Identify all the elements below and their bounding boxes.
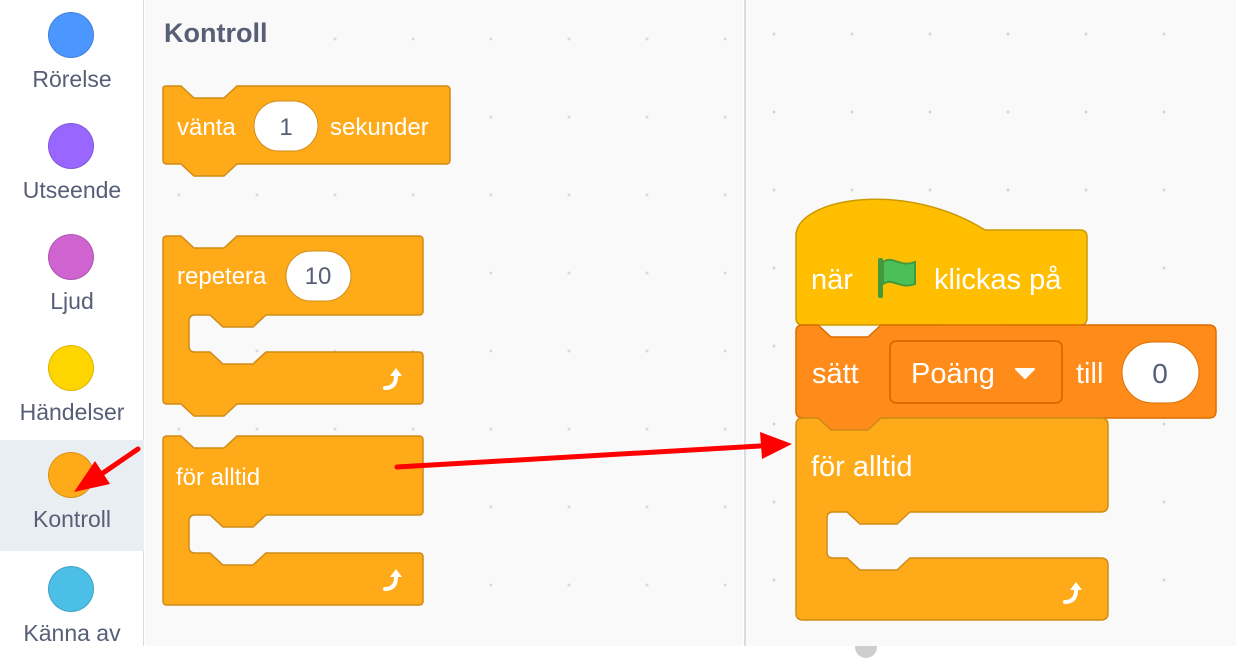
wait-block-word: vänta (177, 114, 236, 141)
hat-block-word-when: när (811, 264, 853, 296)
hat-block-word-clicked: klickas på (934, 264, 1062, 296)
forever-block-label: för alltid (176, 464, 260, 491)
script-forever-label: för alltid (811, 451, 913, 483)
when-flag-clicked-block[interactable]: när klickas på (795, 198, 1088, 338)
repeat-count-value: 10 (305, 263, 332, 290)
variable-dropdown-value: Poäng (911, 358, 995, 390)
repeat-block-word: repetera (177, 263, 267, 290)
set-block-word: sätt (812, 358, 859, 390)
repeat-block[interactable]: repetera 10 (162, 235, 424, 417)
forever-block[interactable]: för alltid (162, 435, 424, 606)
wait-block[interactable]: vänta 1 sekunder (162, 85, 451, 177)
annotation-arrow-to-category (74, 446, 141, 492)
script-forever-block[interactable]: för alltid (795, 417, 1109, 621)
wait-seconds-value: 1 (279, 114, 292, 141)
set-value: 0 (1152, 358, 1168, 389)
set-block-to-word: till (1076, 358, 1103, 390)
wait-block-unit: sekunder (330, 114, 429, 141)
blocks-layer: vänta 1 sekunder repetera 10 för alltid … (74, 85, 1217, 621)
set-variable-block[interactable]: sätt Poäng till 0 (795, 324, 1217, 431)
annotation-arrow-to-workspace (394, 432, 792, 470)
